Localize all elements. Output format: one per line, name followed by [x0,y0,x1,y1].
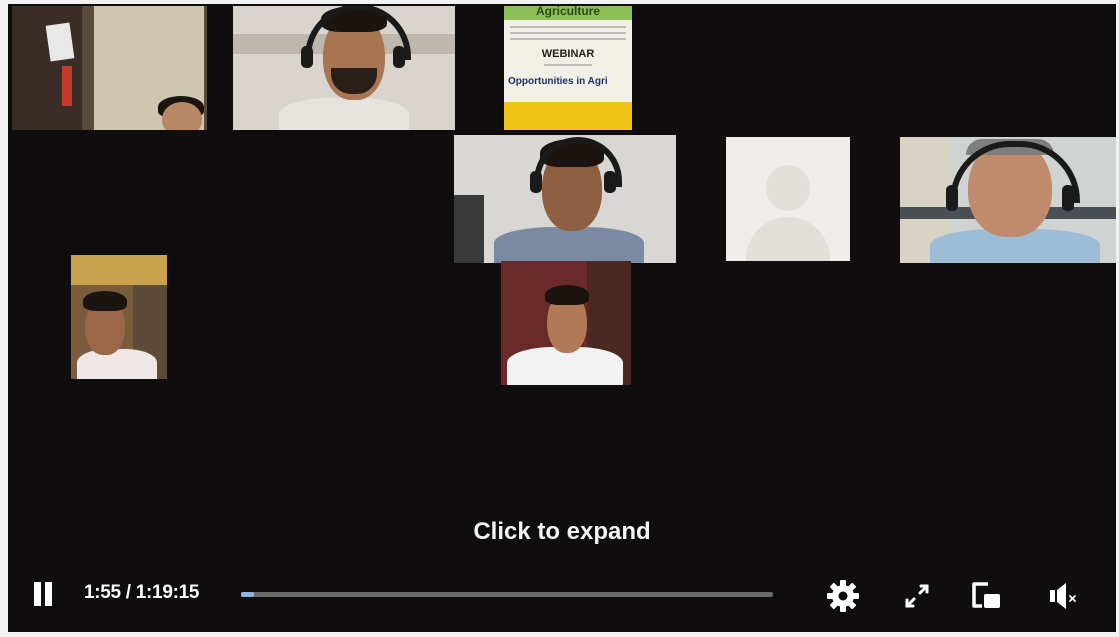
progress-fill [241,592,255,597]
participant-tile-4 [900,137,1116,263]
current-time: 1:55 [84,582,121,603]
pause-button[interactable] [32,582,54,606]
muted-speaker-icon [1050,583,1076,609]
player-controls: 1:55 / 1:19:15 [8,564,1116,632]
participant-tile-2 [233,6,455,130]
poster-heading: Agriculture [535,6,600,18]
fullscreen-button[interactable] [897,576,937,616]
picture-in-picture-button[interactable] [966,576,1006,616]
poster-title: WEBINAR [541,48,595,60]
participant-tile-6 [501,261,631,385]
gear-icon [827,580,859,612]
time-separator: / [120,582,136,603]
participant-tile-5 [71,255,167,379]
progress-bar[interactable] [241,592,773,597]
participant-tile-1 [12,6,207,130]
click-to-expand-caption[interactable]: Click to expand [8,518,1116,546]
video-player[interactable]: Agriculture WEBINAR Opportunities in Agr… [8,4,1116,632]
expand-icon [905,584,929,608]
participant-avatar-placeholder [726,137,850,261]
participant-tile-3 [454,135,676,263]
shared-webinar-poster: Agriculture WEBINAR Opportunities in Agr… [504,6,632,130]
poster-subtitle: Opportunities in Agri [508,76,608,87]
time-display: 1:55 / 1:19:15 [84,582,199,604]
pause-icon [34,582,41,606]
pause-icon-bar [45,582,52,606]
picture-in-picture-icon [972,582,1000,608]
total-time: 1:19:15 [135,582,200,603]
mute-button[interactable] [1044,576,1084,616]
settings-button[interactable] [823,576,863,616]
